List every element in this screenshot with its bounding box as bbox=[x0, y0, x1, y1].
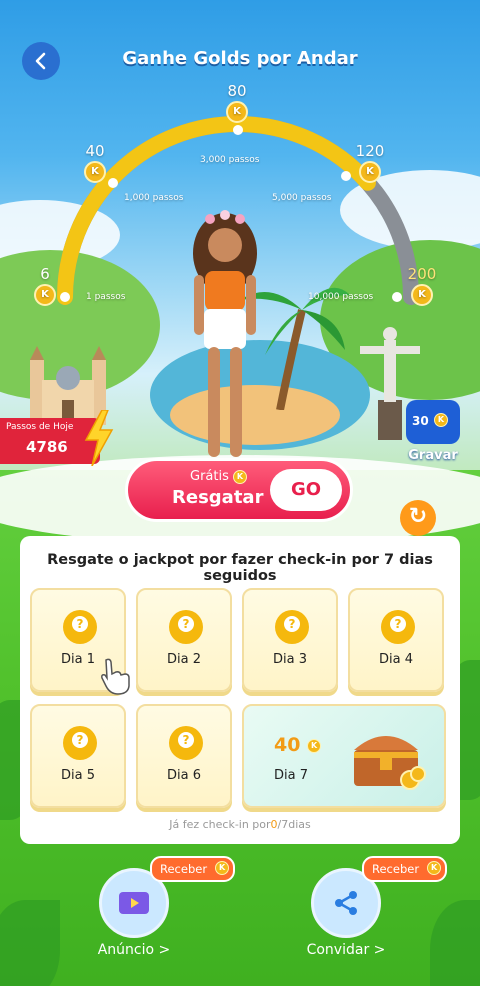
checkin-heading: Resgate o jackpot por fazer check-in por… bbox=[47, 552, 433, 584]
milestone-80: 80 K bbox=[220, 82, 254, 123]
gold-coin-icon: K bbox=[434, 413, 448, 427]
step-label: 1,000 passos bbox=[124, 193, 184, 203]
refresh-icon[interactable]: ↻ bbox=[400, 500, 436, 536]
milestone-reward: 200 bbox=[407, 265, 437, 283]
gold-coin-icon: K bbox=[84, 161, 106, 183]
step-label: 5,000 passos bbox=[272, 193, 332, 203]
treasure-chest-icon bbox=[354, 736, 426, 790]
milestone-reward: 40 bbox=[85, 142, 105, 160]
mystery-coin-icon bbox=[169, 726, 203, 760]
milestone-reward: 6 bbox=[40, 265, 50, 283]
checkin-panel: Resgate o jackpot por fazer check-in por… bbox=[20, 536, 460, 844]
milestone-dot bbox=[233, 125, 243, 135]
video-camera-icon: 30 K bbox=[406, 400, 460, 444]
day-label: Dia 7 bbox=[274, 768, 308, 783]
checkin-progress-text: Já fez check-in por0/7dias bbox=[169, 818, 311, 831]
mystery-coin-icon bbox=[63, 610, 97, 644]
milestone-reward: 80 bbox=[227, 82, 247, 100]
invite-receive-badge[interactable]: Receber K bbox=[362, 856, 448, 882]
gold-coin-icon: K bbox=[226, 101, 248, 123]
ad-receive-badge[interactable]: Receber K bbox=[150, 856, 236, 882]
checkin-day-5[interactable]: Dia 5 bbox=[30, 704, 126, 808]
record-label: Gravar bbox=[408, 448, 458, 463]
gold-coin-icon: K bbox=[427, 861, 442, 875]
page-title: Ganhe Golds por Andar bbox=[122, 48, 358, 69]
day-label: Dia 3 bbox=[273, 652, 307, 667]
day-label: Dia 5 bbox=[61, 768, 95, 783]
milestone-40: 40 K bbox=[78, 142, 112, 183]
checkin-day-7-jackpot[interactable]: 40 K Dia 7 bbox=[242, 704, 446, 808]
today-steps-value: 4786 bbox=[26, 438, 68, 456]
mystery-coin-icon bbox=[381, 610, 415, 644]
milestone-dot bbox=[392, 292, 402, 302]
day-label: Dia 6 bbox=[167, 768, 201, 783]
leaf bbox=[0, 900, 60, 986]
gold-coin-icon: K bbox=[215, 861, 230, 875]
mystery-coin-icon bbox=[169, 610, 203, 644]
free-label: Grátis K bbox=[190, 469, 248, 484]
checkin-day-4[interactable]: Dia 4 bbox=[348, 588, 444, 692]
claim-label: Resgatar bbox=[172, 487, 264, 508]
checkin-day-3[interactable]: Dia 3 bbox=[242, 588, 338, 692]
milestone-120: 120 K bbox=[350, 142, 390, 183]
ad-label: Anúncio > bbox=[97, 942, 171, 958]
lightning-bolt-icon bbox=[84, 410, 114, 466]
today-steps-label: Passos de Hoje bbox=[6, 422, 74, 432]
step-label: 1 passos bbox=[86, 292, 126, 302]
go-button[interactable]: GO bbox=[270, 469, 342, 511]
gold-coin-icon: K bbox=[233, 469, 248, 484]
invite-label: Convidar > bbox=[306, 942, 386, 958]
tap-hand-icon bbox=[101, 658, 130, 695]
milestone-200: 200 K bbox=[402, 265, 442, 306]
day-label: Dia 2 bbox=[167, 652, 201, 667]
walking-character-illustration bbox=[193, 210, 257, 457]
checkin-day-2[interactable]: Dia 2 bbox=[136, 588, 232, 692]
milestone-6: 6 K bbox=[28, 265, 62, 306]
claim-button[interactable]: Grátis K Resgatar GO bbox=[125, 458, 353, 522]
step-label: 10,000 passos bbox=[308, 292, 374, 302]
mystery-coin-icon bbox=[275, 610, 309, 644]
mystery-coin-icon bbox=[63, 726, 97, 760]
record-video-button[interactable]: 30 K Gravar bbox=[402, 400, 464, 470]
gold-coin-icon: K bbox=[411, 284, 433, 306]
milestone-reward: 120 bbox=[355, 142, 385, 160]
gold-coin-icon: K bbox=[307, 738, 322, 753]
checkin-day-6[interactable]: Dia 6 bbox=[136, 704, 232, 808]
jackpot-amount: 40 K bbox=[274, 734, 322, 756]
record-reward: 30 bbox=[412, 414, 429, 428]
day-label: Dia 4 bbox=[379, 652, 413, 667]
gold-coin-icon: K bbox=[359, 161, 381, 183]
gold-coin-icon: K bbox=[34, 284, 56, 306]
step-label: 3,000 passos bbox=[200, 155, 260, 165]
